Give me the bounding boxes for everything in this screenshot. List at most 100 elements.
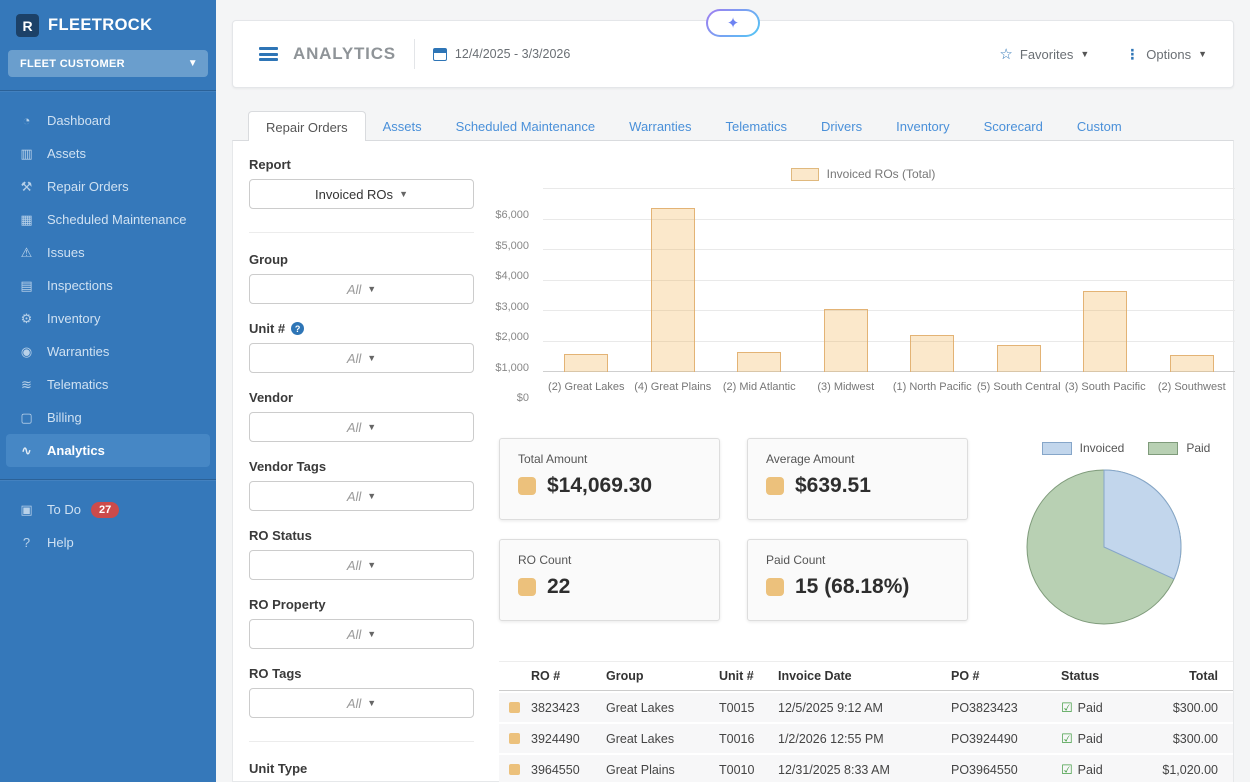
cell-group: Great Plains: [606, 763, 719, 777]
divider: [414, 39, 415, 69]
filter-divider: [249, 741, 474, 742]
stat-card-paid-count: Paid Count 15 (68.18%): [747, 539, 968, 621]
dashboard-icon: ◔: [18, 113, 35, 128]
cell-ro-number: 3964550: [531, 763, 606, 777]
summary-stats: Total Amount$14,069.30Average Amount$639…: [499, 438, 968, 621]
sidebar-item-label: Dashboard: [47, 113, 111, 128]
filter-select-group[interactable]: All▼: [249, 274, 474, 304]
sidebar-item-help[interactable]: ?Help: [0, 526, 216, 559]
wrench-icon: ⚒: [18, 179, 35, 195]
stat-value-row: $639.51: [766, 474, 949, 498]
filter-group-vendor: Vendor All▼: [249, 390, 474, 442]
sidebar-item-label: Inspections: [47, 278, 113, 293]
x-axis-label: (5) South Central: [976, 381, 1063, 393]
tab-custom[interactable]: Custom: [1060, 111, 1139, 141]
tab-drivers[interactable]: Drivers: [804, 111, 879, 141]
sidebar-item-issues[interactable]: ⚠Issues: [0, 236, 216, 269]
sidebar-divider: [0, 479, 216, 481]
sidebar-item-label: Analytics: [47, 443, 105, 458]
bar--3-south-pacific[interactable]: [1083, 291, 1127, 372]
tab-repair-orders[interactable]: Repair Orders: [248, 111, 366, 141]
cogs-icon: ⚙: [18, 311, 35, 327]
chevron-down-icon: ▼: [1080, 49, 1089, 59]
x-axis-label: (4) Great Plains: [630, 381, 717, 393]
invoiced-ros-bar-chart: Invoiced ROs (Total) $0$1,000$2,000$3,00…: [491, 167, 1235, 393]
stat-value: $14,069.30: [547, 474, 652, 498]
options-button[interactable]: ⋮ Options ▼: [1125, 46, 1207, 63]
row-swatch-cell: [499, 702, 531, 713]
filter-label: Vendor: [249, 390, 474, 405]
tab-warranties[interactable]: Warranties: [612, 111, 708, 141]
sidebar-item-to-do[interactable]: ▣To Do27: [0, 493, 216, 526]
bar--2-great-lakes[interactable]: [564, 354, 608, 372]
sidebar-nav: ◔ Dashboard ▥Assets⚒Repair Orders▦Schedule…: [0, 102, 216, 469]
sidebar-item-telematics[interactable]: ≋Telematics: [0, 368, 216, 401]
bar-slot: [1149, 189, 1236, 372]
filter-select-vendor-tags[interactable]: All▼: [249, 481, 474, 511]
tab-assets[interactable]: Assets: [366, 111, 439, 141]
tab-inventory[interactable]: Inventory: [879, 111, 966, 141]
clipboard-icon: ▤: [18, 278, 35, 294]
cell-unit-number: T0010: [719, 763, 778, 777]
invoiced-paid-pie-chart: InvoicedPaid: [1017, 441, 1235, 638]
column-header-ro-: RO #: [531, 669, 606, 683]
filter-group-unit-type: Unit TypeAll▼: [249, 761, 474, 782]
stat-value-row: 22: [518, 575, 701, 599]
favorites-button[interactable]: ☆ Favorites ▼: [999, 45, 1089, 63]
table-row[interactable]: 3924490Great LakesT00161/2/2026 12:55 PM…: [499, 724, 1233, 753]
stat-value: 15 (68.18%): [795, 575, 909, 599]
y-axis-tick: $2,000: [483, 331, 529, 343]
sidebar-item-scheduled-maintenance[interactable]: ▦Scheduled Maintenance: [0, 203, 216, 236]
fleet-customer-selector[interactable]: FLEET CUSTOMER ▼: [8, 50, 208, 77]
help-icon[interactable]: ?: [291, 322, 304, 335]
filter-select-ro-property[interactable]: All ▼: [249, 619, 474, 649]
chevron-down-icon: ▼: [367, 629, 376, 639]
sidebar-item-billing[interactable]: ▢Billing: [0, 401, 216, 434]
filter-label-text: Vendor: [249, 390, 293, 405]
cell-invoice-date: 12/5/2025 9:12 AM: [778, 701, 951, 715]
brand-logo[interactable]: R FLEETROCK: [0, 0, 216, 49]
assets-icon: ▥: [18, 146, 35, 162]
date-range-picker[interactable]: 12/4/2025 - 3/3/2026: [455, 47, 570, 61]
filter-select-report[interactable]: Invoiced ROs▼: [249, 179, 474, 209]
sidebar-item-dashboard[interactable]: ◔ Dashboard: [0, 104, 216, 137]
filter-select-ro-tags[interactable]: All▼: [249, 688, 474, 718]
bar-slot: [543, 189, 630, 372]
tab-scorecard[interactable]: Scorecard: [967, 111, 1060, 141]
sidebar-item-assets[interactable]: ▥Assets: [0, 137, 216, 170]
stat-value-row: 15 (68.18%): [766, 575, 949, 599]
sidebar-item-inventory[interactable]: ⚙Inventory: [0, 302, 216, 335]
filter-select-ro-status[interactable]: All▼: [249, 550, 474, 580]
table-row[interactable]: 3823423Great LakesT001512/5/2025 9:12 AM…: [499, 693, 1233, 722]
cell-total: $1,020.00: [1161, 763, 1233, 777]
legend-label: Paid: [1186, 441, 1210, 455]
table-row[interactable]: 3964550Great PlainsT001012/31/2025 8:33 …: [499, 755, 1233, 782]
filter-select-vendor[interactable]: All▼: [249, 412, 474, 442]
sidebar-item-warranties[interactable]: ◉Warranties: [0, 335, 216, 368]
sidebar-item-analytics[interactable]: ∿Analytics: [6, 434, 210, 467]
sidebar-item-repair-orders[interactable]: ⚒Repair Orders: [0, 170, 216, 203]
bar--2-southwest[interactable]: [1170, 355, 1214, 372]
bar--1-north-pacific[interactable]: [910, 335, 954, 372]
filter-select-unit-[interactable]: All▼: [249, 343, 474, 373]
bar-chart-x-axis: (2) Great Lakes(4) Great Plains(2) Mid A…: [543, 381, 1235, 393]
filter-label-text: Vendor Tags: [249, 459, 326, 474]
menu-icon[interactable]: [259, 47, 278, 61]
bar--3-midwest[interactable]: [824, 309, 868, 372]
calendar-icon: ▦: [18, 212, 35, 228]
filter-label: RO Status: [249, 528, 474, 543]
bar--4-great-plains[interactable]: [651, 208, 695, 372]
legend-swatch-icon: [791, 168, 819, 181]
bar--2-mid-atlantic[interactable]: [737, 352, 781, 372]
tab-telematics[interactable]: Telematics: [709, 111, 804, 141]
ai-assistant-button[interactable]: ✦: [706, 9, 760, 37]
stat-value-row: $14,069.30: [518, 474, 701, 498]
stat-card-ro-count: RO Count22: [499, 539, 720, 621]
wifi-icon: ≋: [18, 377, 35, 393]
tab-scheduled-maintenance[interactable]: Scheduled Maintenance: [439, 111, 613, 141]
filter-select-value: All: [347, 558, 361, 573]
sidebar-item-inspections[interactable]: ▤ Inspections: [0, 269, 216, 302]
bar--5-south-central[interactable]: [997, 345, 1041, 372]
filter-select-value: All: [347, 627, 361, 642]
stat-label: Paid Count: [766, 553, 949, 567]
